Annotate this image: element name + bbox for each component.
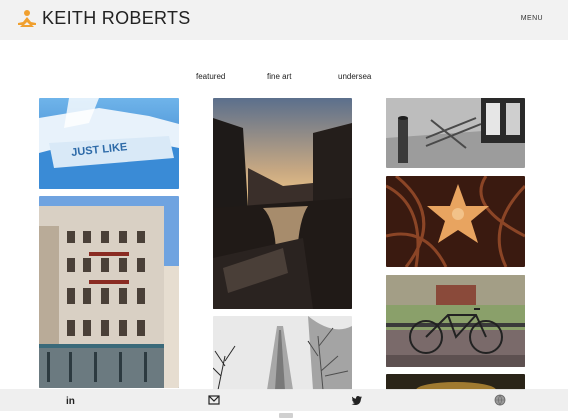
social-footer: in	[0, 389, 568, 411]
filter-nav: featured fine art undersea	[0, 72, 568, 84]
photo-venice-building[interactable]	[39, 196, 179, 388]
meditating-figure-icon[interactable]	[16, 9, 38, 29]
scroll-handle[interactable]	[279, 413, 293, 418]
bicycle-image	[386, 275, 525, 367]
filter-fine-art[interactable]: fine art	[267, 72, 291, 81]
bollard-image	[386, 98, 525, 168]
photo-venice-canal[interactable]	[213, 98, 352, 309]
page: KEITH ROBERTS MENU featured fine art und…	[0, 0, 568, 418]
venice-building-image	[39, 196, 179, 388]
photo-bollard[interactable]	[386, 98, 525, 168]
twitter-icon[interactable]	[351, 394, 363, 406]
photo-partial[interactable]	[386, 374, 525, 390]
starfish-image	[386, 176, 525, 267]
partial-image	[386, 374, 525, 390]
filter-undersea[interactable]: undersea	[338, 72, 371, 81]
menu-button[interactable]: MENU	[521, 15, 543, 22]
mail-icon[interactable]	[208, 394, 220, 406]
boat-image: JUST LIKE	[39, 98, 179, 189]
foggy-tower-image	[213, 316, 352, 390]
site-title[interactable]: KEITH ROBERTS	[42, 8, 191, 29]
linkedin-icon[interactable]: in	[65, 394, 77, 406]
globe-icon[interactable]	[494, 394, 506, 406]
filter-featured[interactable]: featured	[196, 72, 225, 81]
photo-boat[interactable]: JUST LIKE	[39, 98, 179, 189]
photo-starfish[interactable]	[386, 176, 525, 267]
photo-bicycle[interactable]	[386, 275, 525, 367]
header: KEITH ROBERTS MENU	[0, 0, 568, 40]
svg-text:in: in	[66, 396, 75, 406]
photo-foggy-tower[interactable]	[213, 316, 352, 390]
canal-image	[213, 98, 352, 309]
